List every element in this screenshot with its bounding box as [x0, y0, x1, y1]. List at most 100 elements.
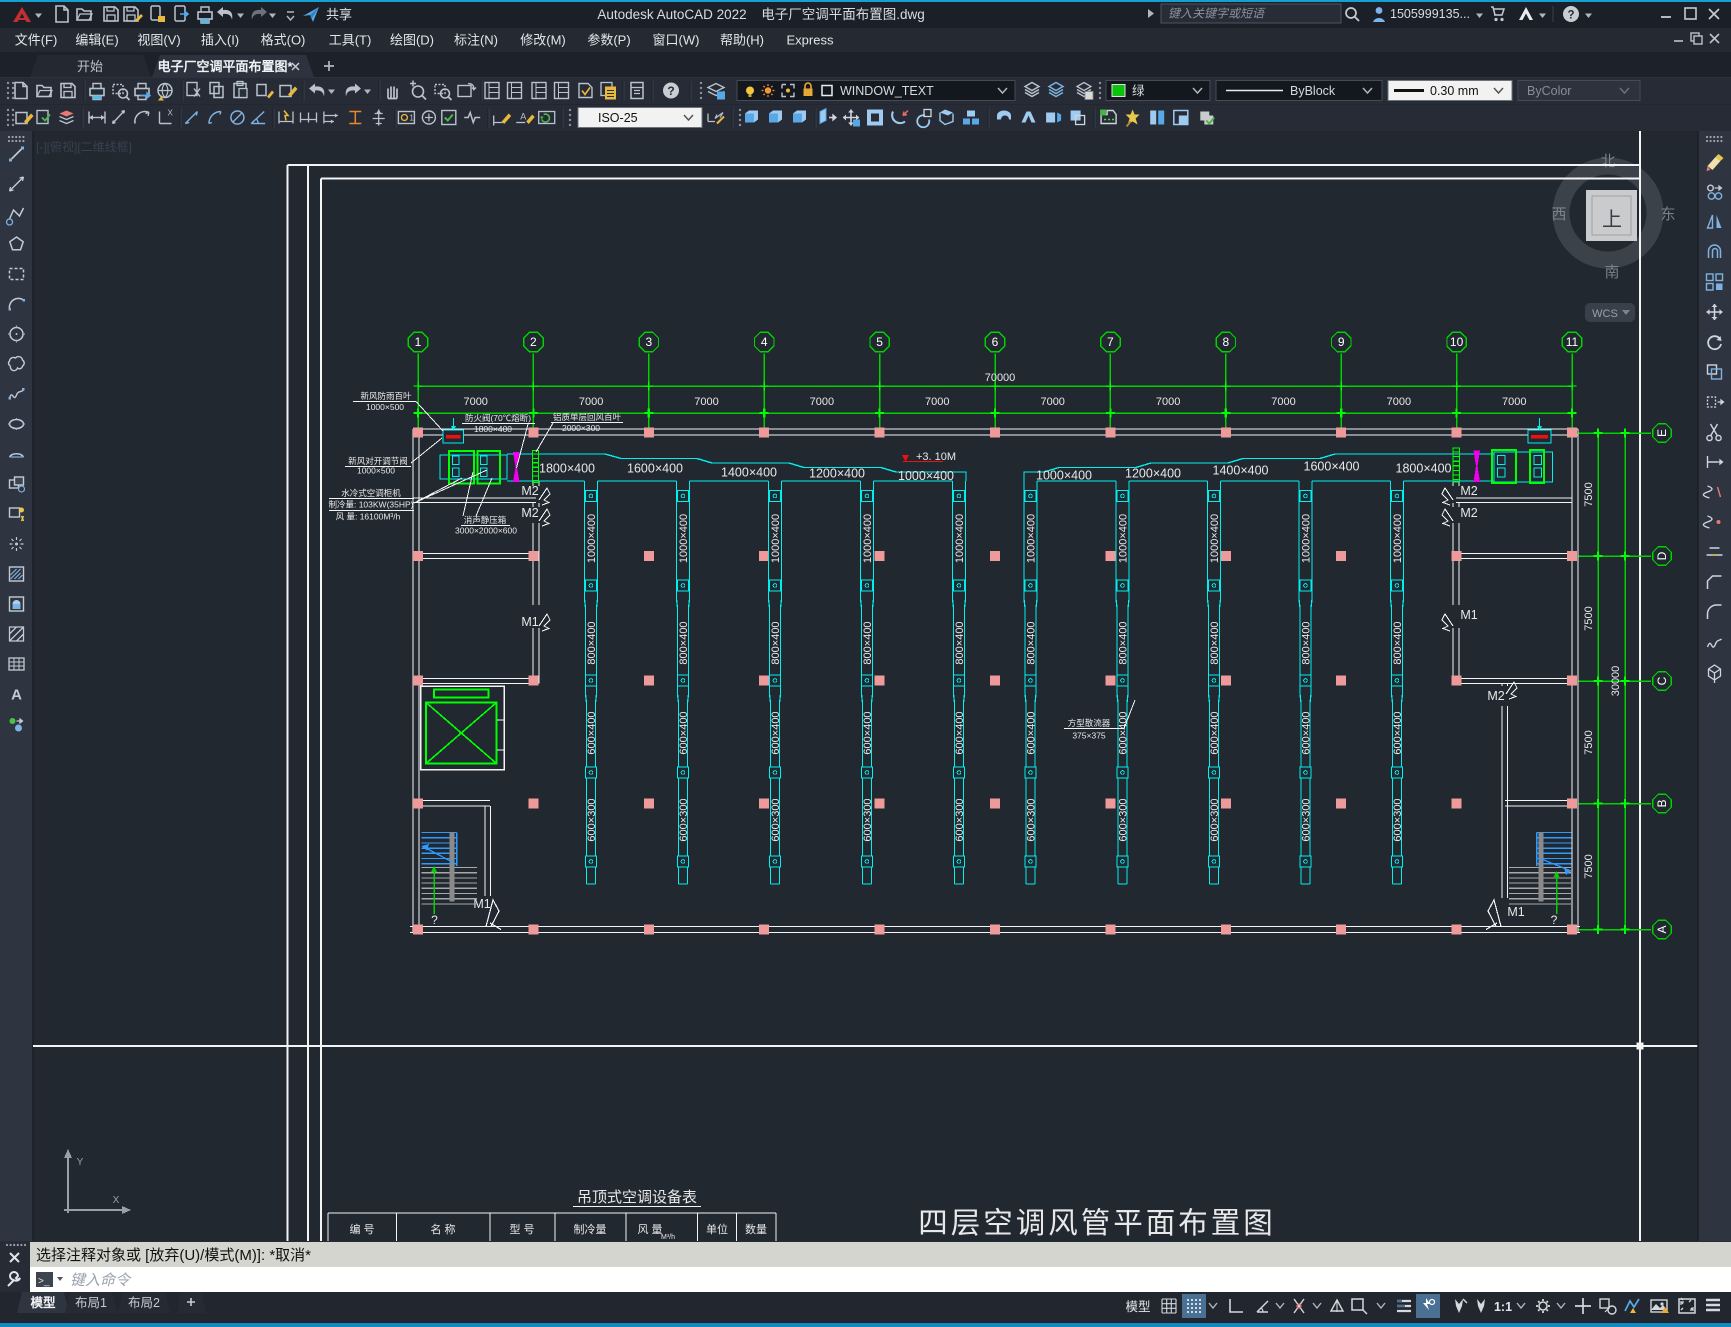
- svg-text:B: B: [1655, 799, 1669, 807]
- svg-text:600×300: 600×300: [862, 798, 874, 841]
- svg-text:600×300: 600×300: [1026, 798, 1038, 841]
- svg-text:编 号: 编 号: [349, 1222, 374, 1236]
- svg-text:标注(N): 标注(N): [454, 33, 498, 48]
- svg-text:600×300: 600×300: [954, 798, 966, 841]
- svg-text:1400×400: 1400×400: [721, 466, 777, 480]
- svg-text:M2: M2: [521, 506, 538, 520]
- svg-text:[-][俯视][二维线框]: [-][俯视][二维线框]: [36, 139, 132, 154]
- svg-text:电子厂空调平面布置图.dwg: 电子厂空调平面布置图.dwg: [761, 7, 925, 22]
- svg-text:M³/h: M³/h: [661, 1234, 675, 1241]
- svg-text:?: ?: [1567, 10, 1574, 22]
- svg-text:C: C: [1655, 676, 1669, 685]
- svg-text:7500: 7500: [1583, 854, 1595, 878]
- svg-text:制冷量: 制冷量: [574, 1223, 607, 1236]
- svg-text:4: 4: [761, 335, 768, 349]
- svg-text:模型: 模型: [1125, 1300, 1150, 1314]
- svg-text:1000×400: 1000×400: [862, 514, 874, 563]
- svg-text:1000×500: 1000×500: [357, 466, 395, 476]
- svg-text:A: A: [1655, 925, 1669, 933]
- svg-text:Autodesk AutoCAD 2022: Autodesk AutoCAD 2022: [597, 7, 746, 22]
- svg-text:1000×400: 1000×400: [1209, 514, 1221, 563]
- svg-text:名 称: 名 称: [430, 1222, 455, 1236]
- svg-text:3000×2000×600: 3000×2000×600: [455, 526, 517, 536]
- svg-text:D: D: [1655, 551, 1669, 560]
- svg-text:1000×400: 1000×400: [1036, 469, 1092, 483]
- svg-text:1:1: 1:1: [1494, 1300, 1512, 1314]
- svg-text:600×300: 600×300: [586, 798, 598, 841]
- svg-text:ByColor: ByColor: [1527, 84, 1571, 98]
- svg-text:模型: 模型: [30, 1295, 56, 1310]
- svg-text:上: 上: [1602, 208, 1622, 231]
- svg-text:7000: 7000: [694, 396, 718, 408]
- svg-text:ByBlock: ByBlock: [1290, 84, 1336, 98]
- svg-text:7: 7: [1107, 335, 1114, 349]
- svg-text:风 量: 风 量: [637, 1223, 662, 1236]
- svg-text:7000: 7000: [1040, 396, 1064, 408]
- svg-text:7000: 7000: [463, 396, 487, 408]
- svg-text:工具(T): 工具(T): [329, 33, 372, 48]
- svg-text:1000×400: 1000×400: [1301, 514, 1313, 563]
- svg-text:M1: M1: [521, 615, 538, 629]
- svg-text:70000: 70000: [985, 372, 1016, 384]
- svg-text:600×400: 600×400: [862, 711, 874, 754]
- svg-text:5: 5: [876, 335, 883, 349]
- svg-text:选择注释对象或 [放弃(U)/模式(M)]: *取消*: 选择注释对象或 [放弃(U)/模式(M)]: *取消*: [36, 1247, 311, 1264]
- svg-text:2000×300: 2000×300: [562, 423, 600, 433]
- svg-text:北: 北: [1600, 153, 1615, 170]
- svg-text:600×400: 600×400: [1392, 711, 1404, 754]
- svg-text:型 号: 型 号: [509, 1222, 534, 1236]
- svg-text:?: ?: [431, 913, 438, 927]
- svg-text:600×400: 600×400: [1209, 711, 1221, 754]
- svg-text:数量: 数量: [745, 1223, 767, 1236]
- svg-text:7500: 7500: [1583, 730, 1595, 754]
- svg-text:键入关键字或短语: 键入关键字或短语: [1168, 7, 1266, 21]
- svg-text:铝质单层回风百叶: 铝质单层回风百叶: [553, 412, 622, 422]
- svg-text:新风防雨百叶: 新风防雨百叶: [360, 391, 412, 401]
- svg-text:帮助(H): 帮助(H): [720, 33, 764, 48]
- svg-text:800×400: 800×400: [862, 621, 874, 664]
- svg-text:600×300: 600×300: [1118, 798, 1130, 841]
- svg-text:600×400: 600×400: [586, 711, 598, 754]
- svg-text:30000: 30000: [1610, 666, 1622, 697]
- svg-text:修改(M): 修改(M): [520, 33, 566, 48]
- svg-text:1505999135...: 1505999135...: [1390, 7, 1470, 21]
- svg-text:视图(V): 视图(V): [137, 33, 180, 48]
- svg-text:电子厂空调平面布置图*: 电子厂空调平面布置图*: [157, 59, 293, 74]
- svg-text:800×400: 800×400: [678, 621, 690, 664]
- svg-text:11: 11: [1566, 335, 1579, 349]
- svg-text:西: 西: [1551, 206, 1566, 223]
- svg-text:375×375: 375×375: [1072, 731, 1106, 741]
- svg-text:Express: Express: [787, 33, 834, 48]
- svg-text:800×400: 800×400: [1118, 621, 1130, 664]
- svg-text:吊顶式空调设备表: 吊顶式空调设备表: [577, 1189, 697, 1206]
- svg-text:>_: >_: [38, 1276, 50, 1287]
- svg-text:Y: Y: [77, 1157, 84, 1168]
- svg-text:1: 1: [409, 114, 414, 123]
- svg-text:M2: M2: [1487, 689, 1504, 703]
- svg-text:600×400: 600×400: [770, 711, 782, 754]
- svg-text:布局1: 布局1: [75, 1296, 107, 1310]
- svg-text:?: ?: [1551, 913, 1558, 927]
- svg-text:0.30 mm: 0.30 mm: [1430, 84, 1479, 98]
- svg-text:键入命令: 键入命令: [70, 1272, 132, 1289]
- svg-text:防火阀(70℃熔断): 防火阀(70℃熔断): [465, 413, 531, 423]
- svg-text:1000×500: 1000×500: [366, 402, 404, 412]
- svg-text:A: A: [11, 687, 22, 704]
- svg-text:M2: M2: [1460, 484, 1477, 498]
- svg-text:7500: 7500: [1583, 482, 1595, 506]
- svg-text:1800×400: 1800×400: [474, 424, 512, 434]
- svg-text:600×400: 600×400: [1301, 711, 1313, 754]
- svg-text:绿: 绿: [1132, 83, 1145, 98]
- svg-text:WCS: WCS: [1592, 308, 1618, 320]
- svg-text:E: E: [1655, 429, 1669, 437]
- svg-text:8: 8: [1222, 335, 1229, 349]
- svg-text:800×400: 800×400: [1026, 621, 1038, 664]
- svg-text:1000×400: 1000×400: [1118, 514, 1130, 563]
- svg-text:A: A: [520, 112, 526, 122]
- svg-text:9: 9: [1338, 335, 1345, 349]
- svg-text:1800×400: 1800×400: [539, 462, 595, 476]
- svg-text:M2: M2: [1460, 506, 1477, 520]
- svg-text:7000: 7000: [810, 396, 834, 408]
- svg-text:绘图(D): 绘图(D): [390, 33, 434, 48]
- svg-text:800×400: 800×400: [1301, 621, 1313, 664]
